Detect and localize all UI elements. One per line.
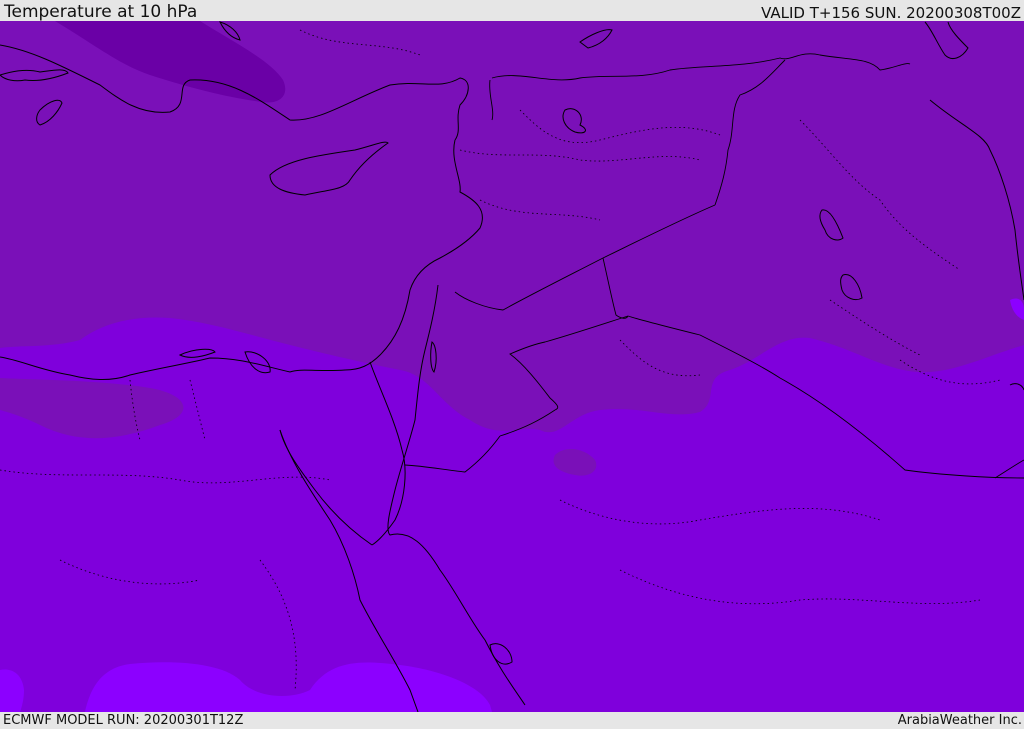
model-run: ECMWF MODEL RUN: 20200301T12Z (3, 713, 244, 728)
valid-time: VALID T+156 SUN. 20200308T00Z (761, 4, 1021, 22)
header-bar: Temperature at 10 hPa VALID T+156 SUN. 2… (0, 0, 1024, 21)
credit-text: ArabiaWeather Inc. (897, 713, 1022, 728)
weather-map[interactable] (0, 21, 1024, 712)
footer-bar: ECMWF MODEL RUN: 20200301T12Z ArabiaWeat… (0, 712, 1024, 729)
map-title: Temperature at 10 hPa (4, 2, 198, 22)
